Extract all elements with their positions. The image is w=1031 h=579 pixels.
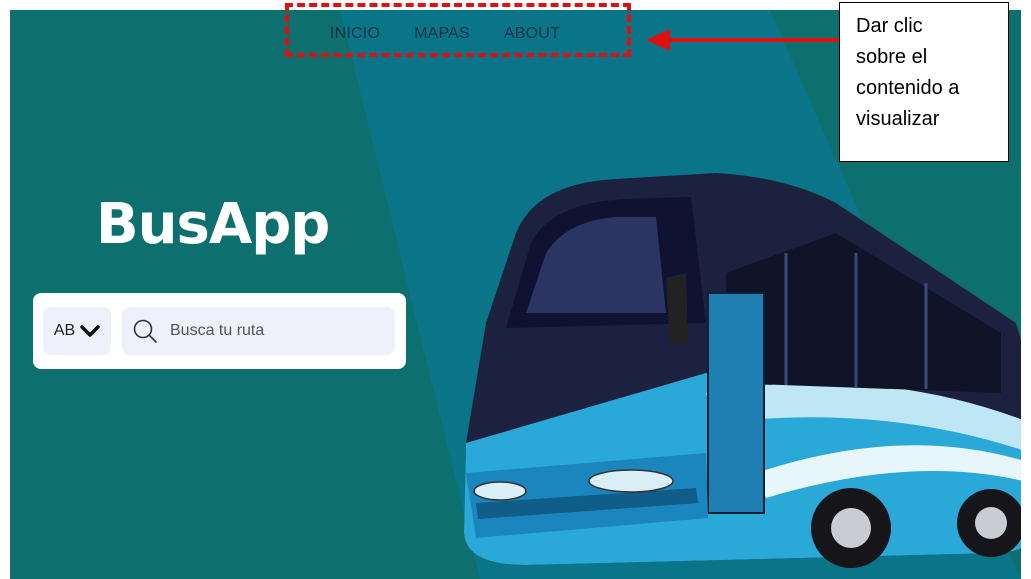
brand-title: BusApp — [96, 192, 330, 257]
search-icon — [133, 319, 157, 343]
callout-text: Dar clic sobre el contenido a visualizar — [856, 15, 960, 130]
bus-illustration — [464, 173, 1021, 568]
search-card: AB — [33, 293, 406, 369]
search-input[interactable] — [168, 321, 382, 341]
language-select-value: AB — [53, 322, 76, 339]
instruction-callout: Dar clic sobre el contenido a visualizar — [839, 2, 1009, 162]
arrow-left-icon — [646, 29, 840, 51]
language-select[interactable]: AB — [43, 307, 111, 355]
search-box[interactable] — [122, 307, 395, 355]
nav-highlight-box — [285, 3, 631, 57]
chevron-down-icon — [80, 325, 100, 337]
